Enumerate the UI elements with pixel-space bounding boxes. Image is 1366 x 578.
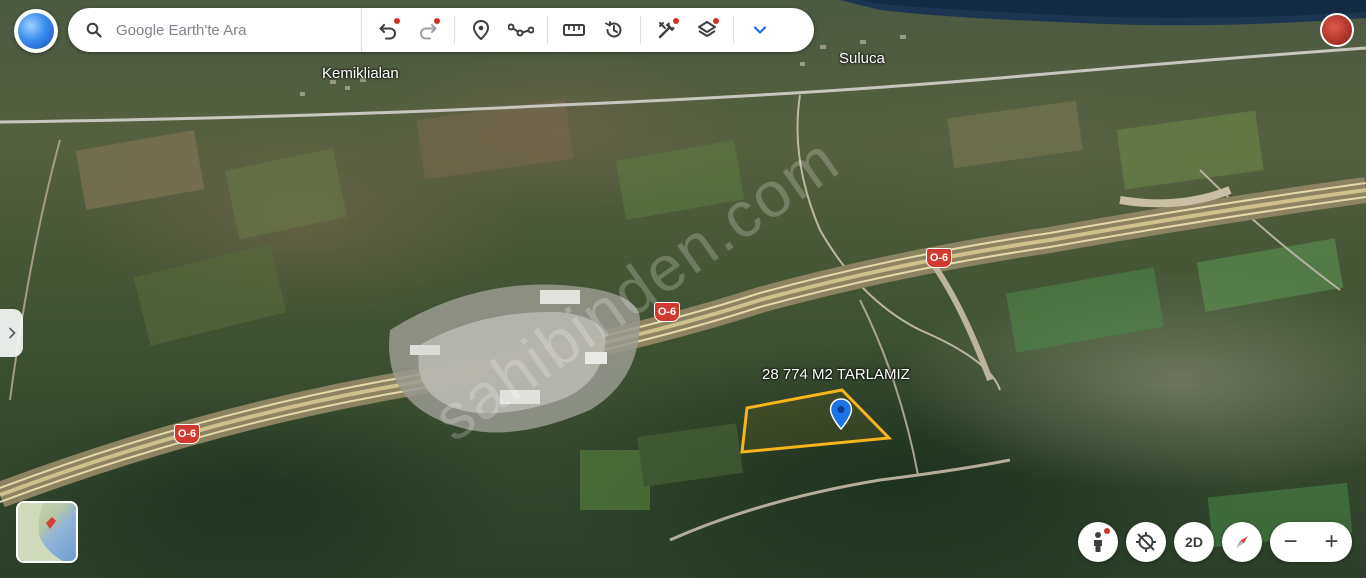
layers-button[interactable] bbox=[687, 12, 727, 48]
add-placemark-button[interactable] bbox=[461, 12, 501, 48]
redo-button[interactable] bbox=[408, 12, 448, 48]
account-avatar[interactable] bbox=[1320, 13, 1354, 47]
notification-dot bbox=[1104, 528, 1110, 534]
notification-dot bbox=[434, 18, 440, 24]
history-group bbox=[362, 16, 455, 44]
search-box[interactable] bbox=[68, 8, 362, 52]
street-view-icon bbox=[1094, 532, 1102, 552]
search-input[interactable] bbox=[116, 21, 346, 39]
road-shield-o6: O-6 bbox=[926, 248, 952, 268]
zoom-in-button[interactable]: + bbox=[1324, 530, 1338, 554]
draw-group bbox=[455, 16, 548, 44]
measure-group bbox=[548, 16, 641, 44]
chevron-right-icon bbox=[8, 327, 16, 339]
side-panel-toggle[interactable] bbox=[0, 309, 23, 357]
notification-dot bbox=[673, 18, 679, 24]
placemark-label[interactable]: 28 774 M2 TARLAMIZ bbox=[762, 366, 910, 383]
view-mode-toggle[interactable]: 2D bbox=[1174, 522, 1214, 562]
undo-button[interactable] bbox=[368, 12, 408, 48]
reset-tilt-button[interactable] bbox=[1126, 522, 1166, 562]
path-icon bbox=[508, 23, 534, 37]
satellite-map[interactable]: sahibinden.com Kemiklialan Suluca O-6 O-… bbox=[0, 0, 1366, 578]
minimap[interactable] bbox=[16, 501, 78, 563]
zoom-controls: − + bbox=[1270, 522, 1352, 562]
compass-icon bbox=[1236, 536, 1248, 548]
notification-dot bbox=[394, 18, 400, 24]
minimap-coastline bbox=[18, 503, 63, 561]
place-label-suluca[interactable]: Suluca bbox=[839, 50, 885, 67]
street-view-button[interactable] bbox=[1078, 522, 1118, 562]
expand-toolbar-button[interactable] bbox=[740, 12, 780, 48]
history-icon bbox=[605, 20, 622, 38]
top-toolbar bbox=[68, 8, 814, 52]
tools-group bbox=[641, 16, 734, 44]
measure-button[interactable] bbox=[554, 12, 594, 48]
measure-icon bbox=[563, 24, 585, 36]
road-shield-o6: O-6 bbox=[654, 302, 680, 322]
placemark-pin-icon[interactable] bbox=[829, 398, 853, 430]
parcel-outline[interactable] bbox=[740, 388, 893, 454]
compass-button[interactable] bbox=[1222, 522, 1262, 562]
tools-button[interactable] bbox=[647, 12, 687, 48]
place-label-kemiklialan[interactable]: Kemiklialan bbox=[322, 65, 399, 82]
earth-globe-icon bbox=[18, 13, 54, 49]
placemark-icon bbox=[472, 20, 490, 40]
road-shield-o6: O-6 bbox=[174, 424, 200, 444]
search-icon[interactable] bbox=[86, 22, 102, 38]
zoom-out-button[interactable]: − bbox=[1283, 530, 1297, 554]
earth-logo-button[interactable] bbox=[14, 9, 58, 53]
notification-dot bbox=[713, 18, 719, 24]
reset-tilt-icon bbox=[1136, 532, 1156, 552]
historical-imagery-button[interactable] bbox=[594, 12, 634, 48]
expand-group bbox=[734, 16, 786, 44]
add-path-button[interactable] bbox=[501, 12, 541, 48]
chevron-down-icon bbox=[753, 26, 767, 34]
